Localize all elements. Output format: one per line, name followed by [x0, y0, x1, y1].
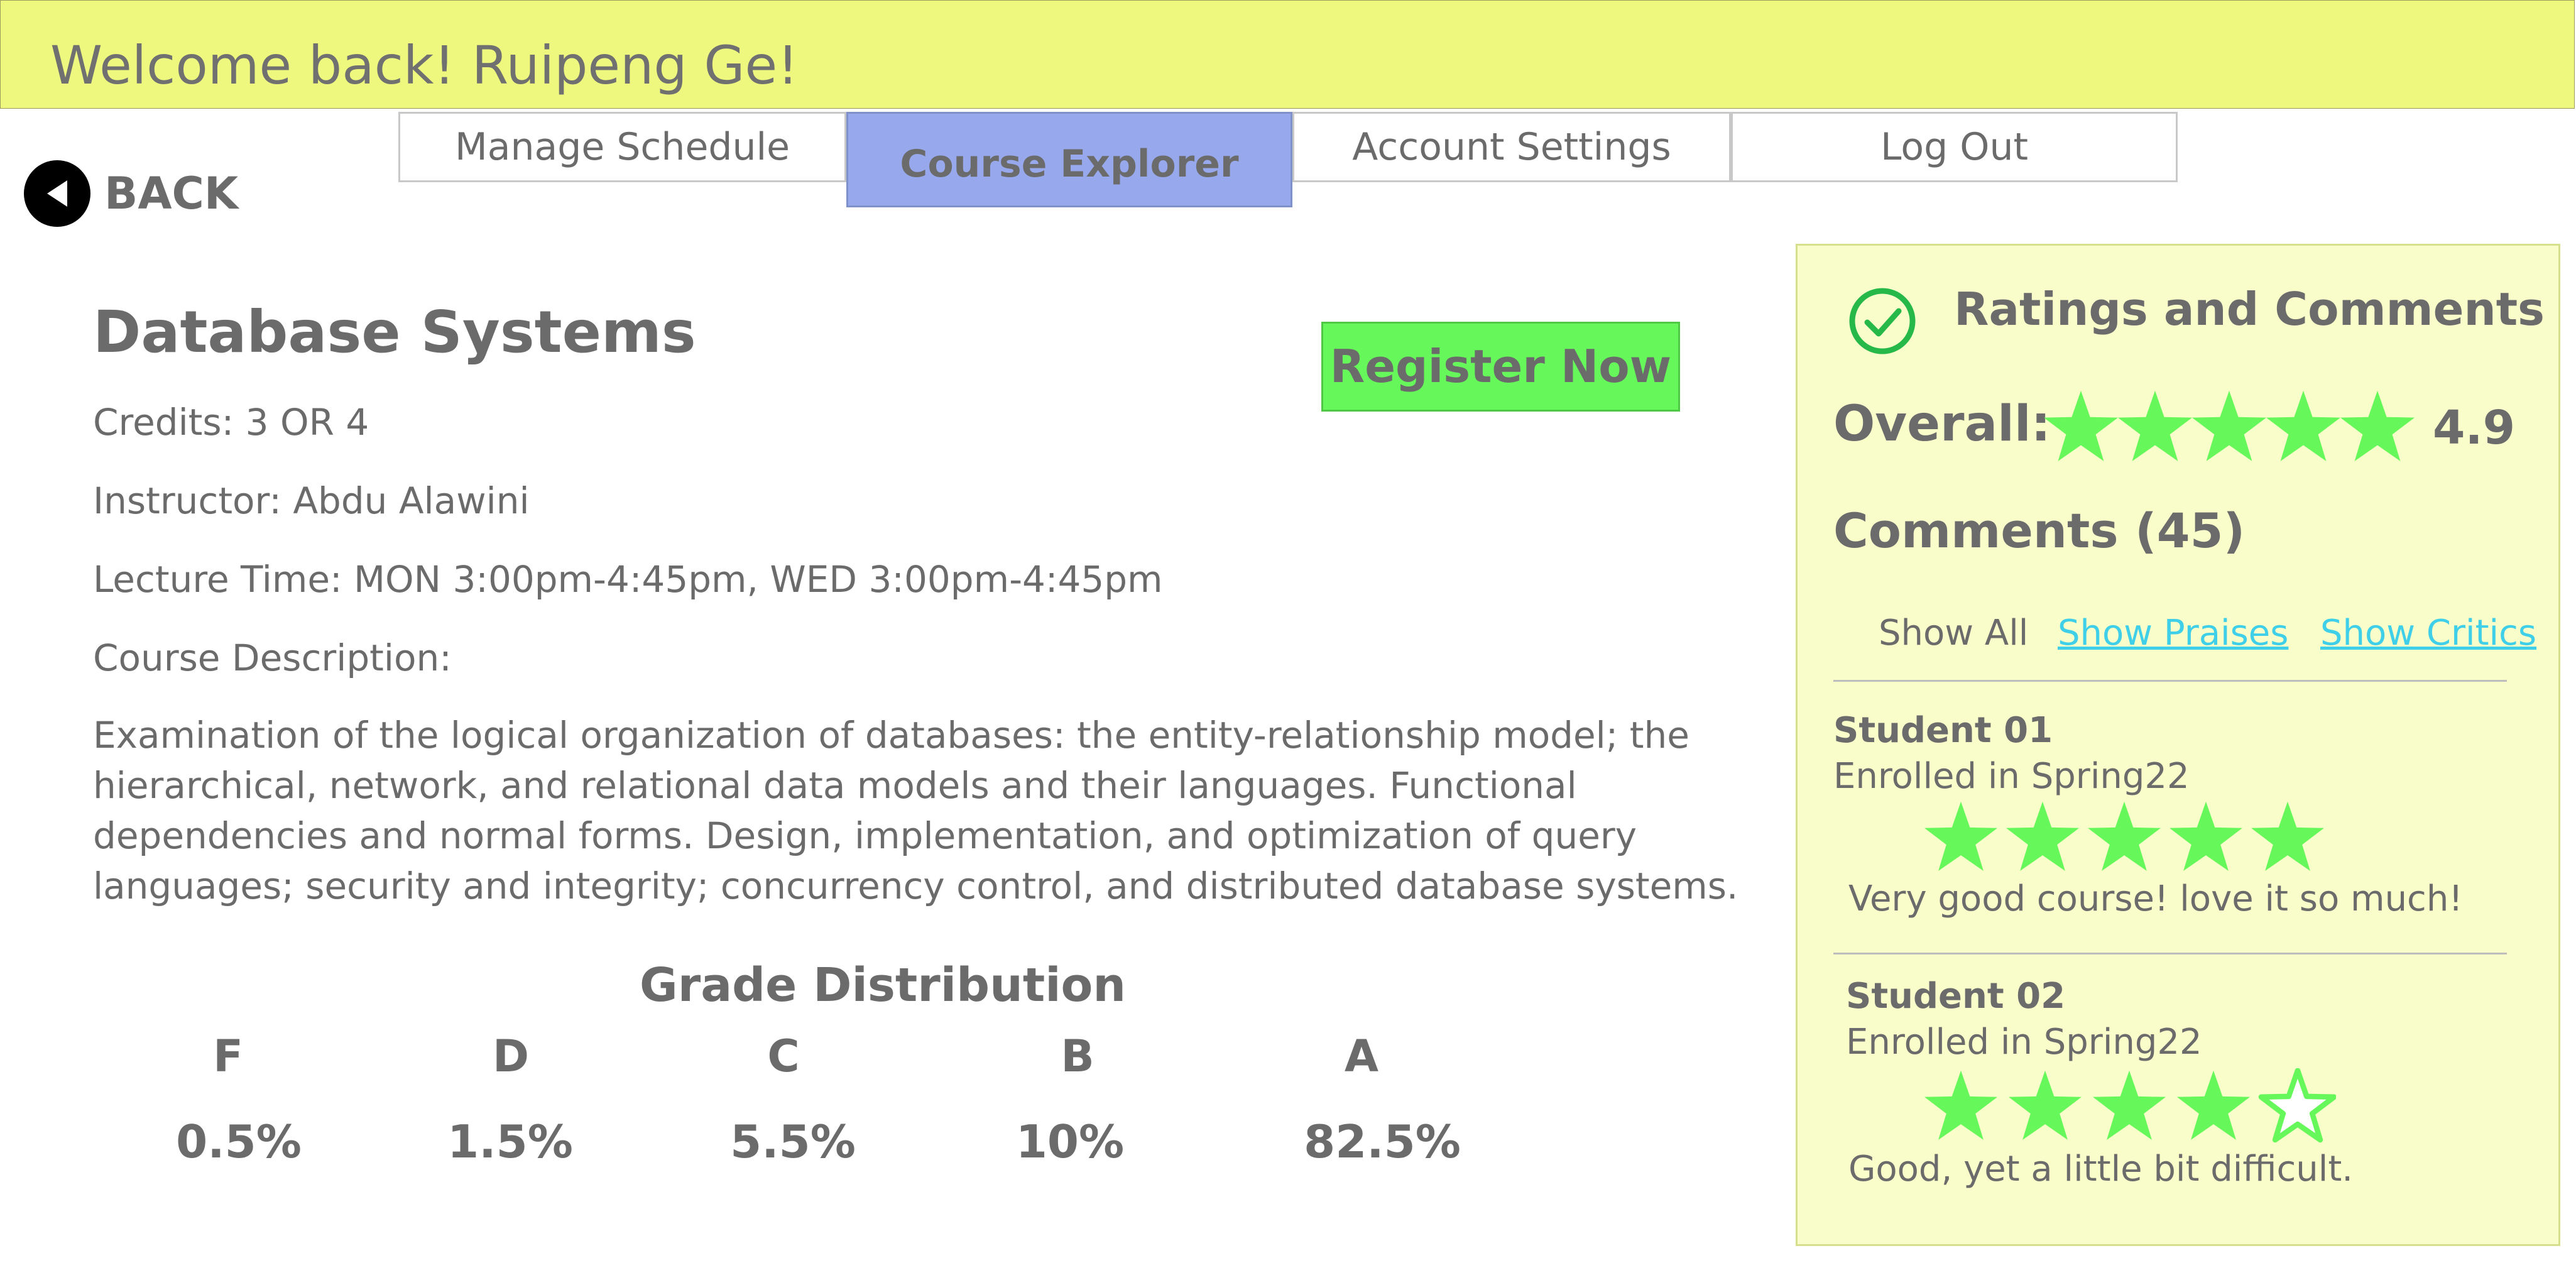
grade-distribution-title: Grade Distribution: [640, 958, 1127, 1012]
welcome-message: Welcome back! Ruipeng Ge!: [50, 35, 799, 96]
star-filled-icon: [2009, 1070, 2082, 1140]
overall-label: Overall:: [1833, 396, 2051, 452]
grade-letter-f: F: [213, 1031, 243, 1082]
comment-term: Enrolled in Spring22: [1846, 1022, 2202, 1063]
tab-log-out[interactable]: Log Out: [1731, 112, 2178, 182]
course-lecture-time: Lecture Time: MON 3:00pm-4:45pm, WED 3:0…: [93, 558, 1163, 601]
grade-percent-d: 1.5%: [447, 1115, 573, 1168]
show-critics-link[interactable]: Show Critics: [2320, 613, 2536, 653]
comment-author: Student 01: [1833, 710, 2053, 751]
overall-score: 4.9: [2433, 401, 2516, 455]
divider: [1833, 680, 2507, 682]
star-filled-icon: [2088, 801, 2161, 871]
course-description: Examination of the logical organization …: [93, 714, 1738, 907]
star-filled-icon: [2177, 1070, 2250, 1140]
grade-percent-c: 5.5%: [730, 1115, 856, 1168]
register-now-button[interactable]: Register Now: [1321, 322, 1680, 412]
grade-letter-c: C: [767, 1031, 800, 1082]
star-filled-icon: [2006, 801, 2079, 871]
course-title: Database Systems: [93, 298, 696, 366]
grade-letter-d: D: [492, 1031, 530, 1082]
tab-account-settings[interactable]: Account Settings: [1292, 112, 1731, 182]
grade-percent-a: 82.5%: [1304, 1115, 1461, 1168]
comment-term: Enrolled in Spring22: [1833, 756, 2190, 797]
comment-text: Good, yet a little bit difficult.: [1848, 1149, 2354, 1189]
comment-star-rating: [1923, 799, 2326, 876]
course-credits: Credits: 3 OR 4: [93, 401, 369, 444]
comment-text: Very good course! love it so much!: [1848, 878, 2463, 919]
star-filled-icon: [2118, 390, 2192, 461]
star-filled-icon: [2251, 801, 2324, 871]
grade-letter-a: A: [1344, 1031, 1379, 1082]
grade-letter-b: B: [1061, 1031, 1094, 1082]
star-filled-icon: [2169, 801, 2242, 871]
star-filled-icon: [1924, 801, 1997, 871]
grade-percent-b: 10%: [1015, 1115, 1125, 1168]
comment-star-rating: [1923, 1068, 2336, 1145]
ratings-title: Ratings and Comments: [1954, 283, 2545, 336]
star-empty-icon: [2258, 1068, 2336, 1143]
overall-star-rating: [2042, 388, 2416, 470]
star-filled-icon: [2192, 390, 2266, 461]
course-instructor: Instructor: Abdu Alawini: [93, 479, 530, 522]
back-label: BACK: [104, 168, 239, 219]
back-button[interactable]: BACK: [24, 160, 238, 227]
star-filled-icon: [2340, 390, 2415, 461]
star-filled-icon: [2266, 390, 2340, 461]
divider: [1833, 953, 2507, 954]
tab-course-explorer[interactable]: Course Explorer: [846, 112, 1292, 207]
back-arrow-icon: [24, 160, 90, 227]
grade-percent-f: 0.5%: [176, 1115, 302, 1168]
comments-title: Comments (45): [1833, 503, 2246, 559]
star-filled-icon: [1924, 1070, 1997, 1140]
star-filled-icon: [2093, 1070, 2166, 1140]
comment-author: Student 02: [1846, 976, 2066, 1017]
course-description-label: Course Description:: [93, 637, 452, 679]
star-filled-icon: [2044, 390, 2118, 461]
check-circle-icon: [1847, 286, 1918, 356]
show-all-filter[interactable]: Show All: [1879, 613, 2028, 653]
tab-manage-schedule[interactable]: Manage Schedule: [398, 112, 846, 182]
show-praises-link[interactable]: Show Praises: [2058, 613, 2288, 653]
